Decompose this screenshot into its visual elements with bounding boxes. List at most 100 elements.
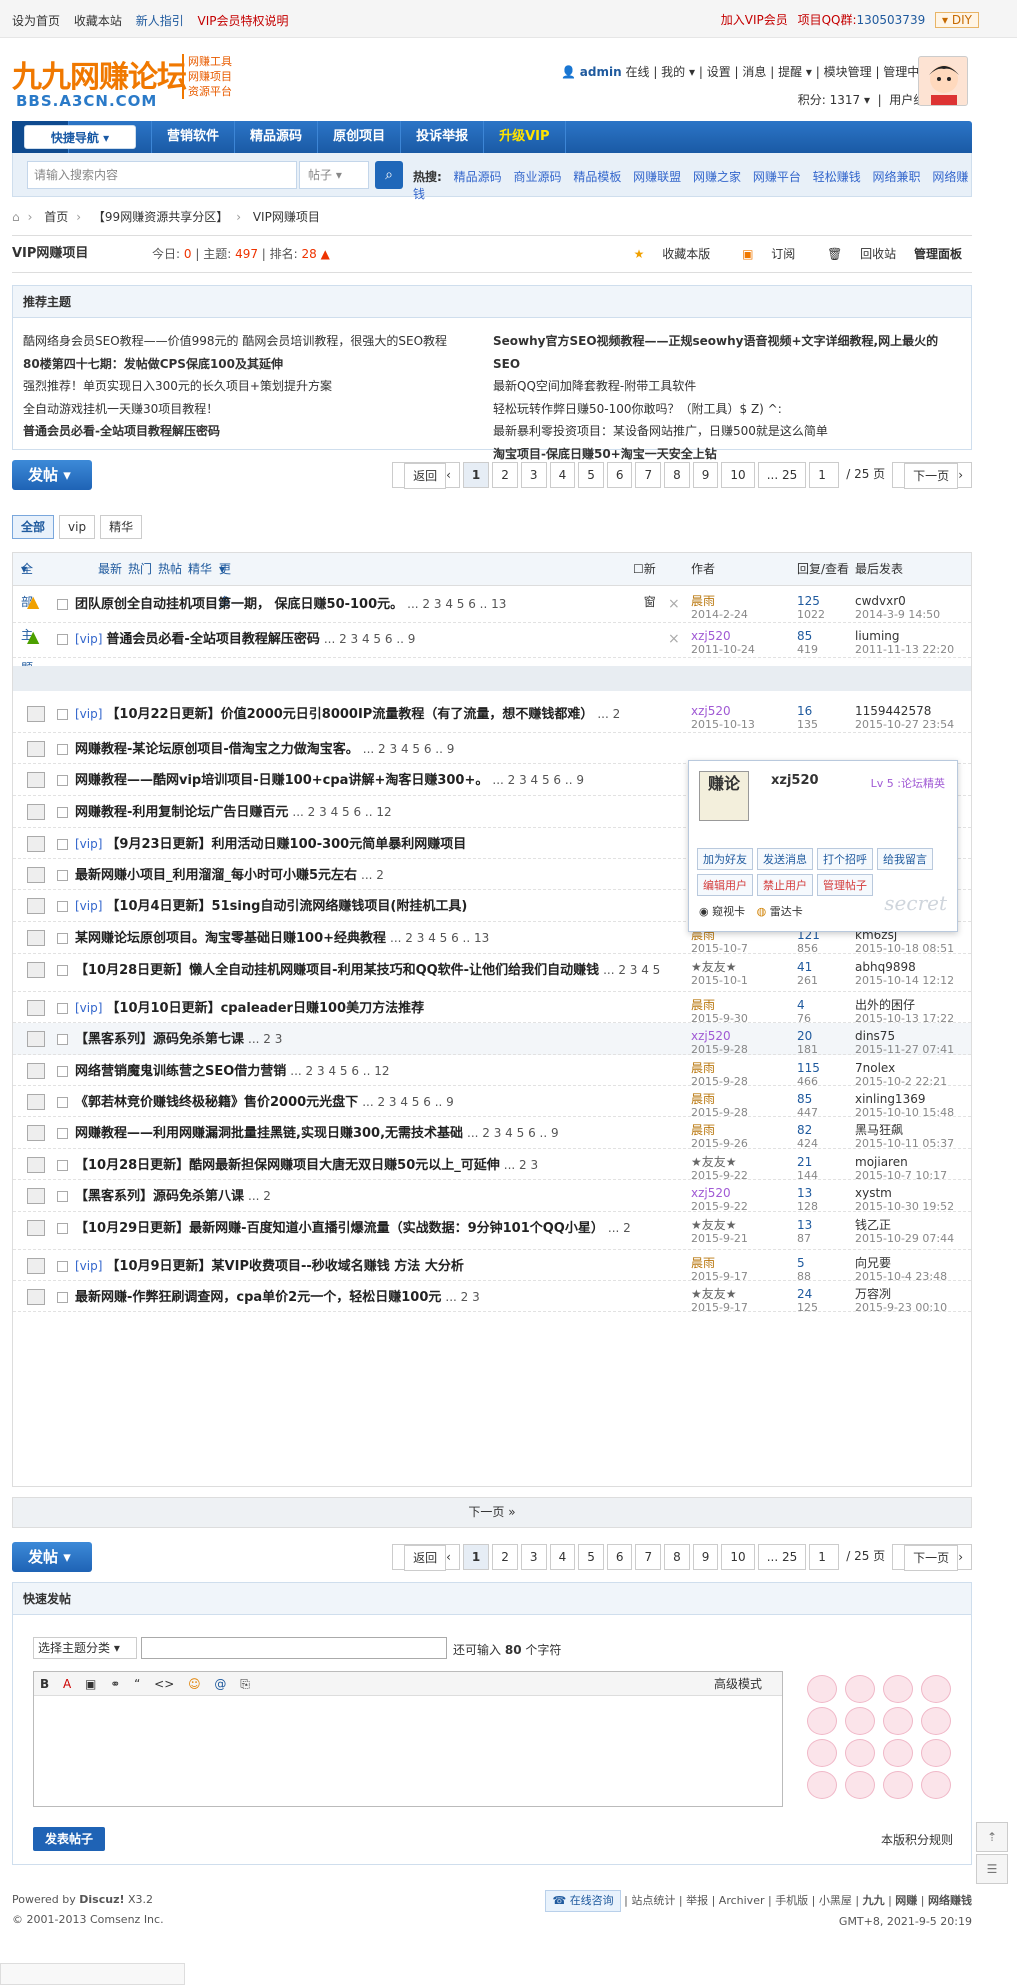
thread-title[interactable]: 【10月28日更新】懒人全自动挂机网赚项目-利用某技巧和QQ软件-让他们给我们自…: [75, 963, 599, 978]
mention-icon[interactable]: @: [214, 1677, 226, 1691]
table-row[interactable]: [vip] 【10月10日更新】cpaleader日赚100美刀方法推荐 晨雨 201…: [13, 992, 971, 1025]
last-post-time[interactable]: 2014-3-9 14:50: [855, 608, 940, 622]
credit-rules-link[interactable]: 本版积分规则: [881, 1831, 953, 1848]
pin-icon[interactable]: ▲: [27, 592, 45, 611]
thread-title[interactable]: 团队原创全自动挂机项目第一期， 保底日赚50-100元。: [75, 597, 403, 612]
thread-title[interactable]: 网赚教程——酷网vip培训项目-日赚100+cpa讲解+淘客日赚300+。: [75, 773, 488, 788]
thread-pages[interactable]: ... 2 3 4 5 6 .. 12: [292, 805, 391, 819]
font-color-icon[interactable]: A: [63, 1677, 71, 1691]
last-poster[interactable]: 出外的困仔: [855, 998, 954, 1012]
quick-nav-button[interactable]: 快捷导航 ▾: [24, 125, 136, 149]
join-vip-link[interactable]: 加入VIP会员: [721, 13, 788, 27]
table-row[interactable]: ▲ [vip] 普通会员必看-全站项目教程解压密码 ... 2 3 4 5 6 .. …: [13, 623, 971, 658]
sort-more[interactable]: 更多 ▾: [219, 553, 231, 609]
image-icon[interactable]: ▣: [85, 1677, 96, 1691]
emoticon-icon[interactable]: [845, 1707, 875, 1735]
post-editor[interactable]: B A ▣ ⚭ “ <> ☺ @ ⎘ 高级模式: [33, 1671, 783, 1807]
reply-count[interactable]: 82: [797, 1123, 818, 1137]
footer-link[interactable]: Archiver: [719, 1894, 765, 1907]
search-type-select[interactable]: 帖子 ▾: [299, 161, 369, 189]
page-link[interactable]: 1: [462, 1544, 490, 1570]
poke-button[interactable]: 打个招呼: [817, 848, 873, 870]
thread-pages[interactable]: ... 2: [608, 1221, 631, 1235]
row-checkbox[interactable]: [57, 634, 68, 645]
row-checkbox[interactable]: [57, 965, 68, 976]
hot-item[interactable]: 精品模板: [573, 170, 621, 184]
reply-count[interactable]: 5: [797, 1256, 811, 1270]
emoticon-icon[interactable]: [807, 1675, 837, 1703]
row-checkbox[interactable]: [57, 807, 68, 818]
author-name[interactable]: xzj520: [691, 629, 755, 643]
last-poster[interactable]: liuming: [855, 629, 954, 643]
last-post-time[interactable]: 2015-10-14 12:12: [855, 974, 954, 988]
row-checkbox[interactable]: [57, 1034, 68, 1045]
row-checkbox[interactable]: [57, 1223, 68, 1234]
thread-pages[interactable]: ... 2 3: [248, 1032, 282, 1046]
submit-post-button[interactable]: 发表帖子: [33, 1827, 105, 1851]
last-poster[interactable]: dins75: [855, 1029, 954, 1043]
search-button[interactable]: ⌕: [375, 161, 403, 189]
row-checkbox[interactable]: [57, 933, 68, 944]
new-window-toggle[interactable]: ☐ 新窗: [633, 553, 656, 609]
emoticon-icon[interactable]: [883, 1771, 913, 1799]
reply-count[interactable]: 13: [797, 1218, 812, 1232]
footer-link[interactable]: 小黑屋: [819, 1894, 852, 1907]
unpin-icon[interactable]: ×: [668, 631, 680, 647]
new-post-button[interactable]: 发帖 ▾: [12, 1542, 92, 1572]
product-link[interactable]: Discuz!: [79, 1893, 124, 1906]
hot-item[interactable]: 精品源码: [454, 170, 502, 184]
thread-pages[interactable]: ... 2: [597, 707, 620, 721]
emoticon-icon[interactable]: [807, 1739, 837, 1767]
thread-tag[interactable]: [vip]: [75, 632, 102, 646]
thread-title[interactable]: 【9月23日更新】利用活动日赚100-300元简单暴利网赚项目: [106, 837, 466, 852]
edit-user-button[interactable]: 编辑用户: [697, 874, 753, 896]
row-checkbox[interactable]: [57, 1097, 68, 1108]
settings-link[interactable]: 设置: [707, 65, 731, 79]
last-poster[interactable]: 向兄要: [855, 1256, 947, 1270]
crumb-home[interactable]: 首页: [44, 210, 68, 224]
link-icon[interactable]: ⚭: [110, 1677, 120, 1691]
last-poster[interactable]: xinling1369: [855, 1092, 954, 1106]
attach-icon[interactable]: ⎘: [240, 1677, 250, 1691]
author-name[interactable]: ★友友★: [691, 960, 748, 974]
hot-item[interactable]: 网络兼职: [873, 170, 921, 184]
folder-icon[interactable]: [27, 706, 45, 722]
emoticon-icon[interactable]: [921, 1707, 951, 1735]
page-input[interactable]: 1: [809, 1544, 840, 1570]
author-name[interactable]: ★友友★: [691, 1155, 748, 1169]
row-checkbox[interactable]: [57, 870, 68, 881]
sort-digest[interactable]: 精华: [188, 553, 212, 586]
emoticon-icon[interactable]: [883, 1675, 913, 1703]
row-checkbox[interactable]: [57, 1160, 68, 1171]
footer-link[interactable]: 九九: [863, 1894, 885, 1907]
table-row[interactable]: [vip] 【10月9日更新】某VIP收费项目--秒收域名赚钱 方法 大分析 晨雨 2…: [13, 1250, 971, 1283]
footer-link[interactable]: 手机版: [775, 1894, 808, 1907]
thread-tag[interactable]: [vip]: [75, 837, 102, 851]
folder-icon[interactable]: [27, 898, 45, 914]
send-message-button[interactable]: 发送消息: [757, 848, 813, 870]
reply-count[interactable]: 16: [797, 704, 818, 718]
online-consult-button[interactable]: ☎ 在线咨询: [545, 1890, 621, 1912]
page-link[interactable]: 10: [721, 1544, 755, 1570]
folder-icon[interactable]: [27, 1063, 45, 1079]
thread-title[interactable]: 【10月4日更新】51sing自动引流网络赚钱项目(附挂机工具): [106, 899, 467, 914]
page-link[interactable]: 2: [492, 462, 518, 488]
sort-latest[interactable]: 最新: [98, 553, 122, 586]
table-row[interactable]: ▲ 团队原创全自动挂机项目第一期， 保底日赚50-100元。 ... 2 3 4 5…: [13, 588, 971, 623]
page-link[interactable]: 4: [549, 462, 576, 488]
reply-count[interactable]: 20: [797, 1029, 818, 1043]
reply-count[interactable]: 24: [797, 1287, 818, 1301]
next-page-button[interactable]: 下一页 ›: [892, 1544, 972, 1571]
diy-button[interactable]: ▾ DIY: [935, 12, 979, 28]
tab-all[interactable]: 全部: [12, 515, 55, 539]
page-link[interactable]: 2: [492, 1544, 518, 1570]
page-link[interactable]: 6: [606, 1544, 633, 1570]
thread-title[interactable]: 最新网赚小项目_利用溜溜_每小时可小赚5元左右: [75, 868, 357, 883]
row-checkbox[interactable]: [57, 1261, 68, 1272]
last-poster[interactable]: 1159442578: [855, 704, 954, 718]
smiley-icon[interactable]: ☺: [188, 1677, 201, 1691]
folder-icon[interactable]: [27, 930, 45, 946]
folder-icon[interactable]: [27, 1188, 45, 1204]
table-row[interactable]: 【10月29日更新】最新网赚-百度知道小直播引爆流量（实战数据：9分钟101个Q…: [13, 1212, 971, 1250]
row-checkbox[interactable]: [57, 1292, 68, 1303]
